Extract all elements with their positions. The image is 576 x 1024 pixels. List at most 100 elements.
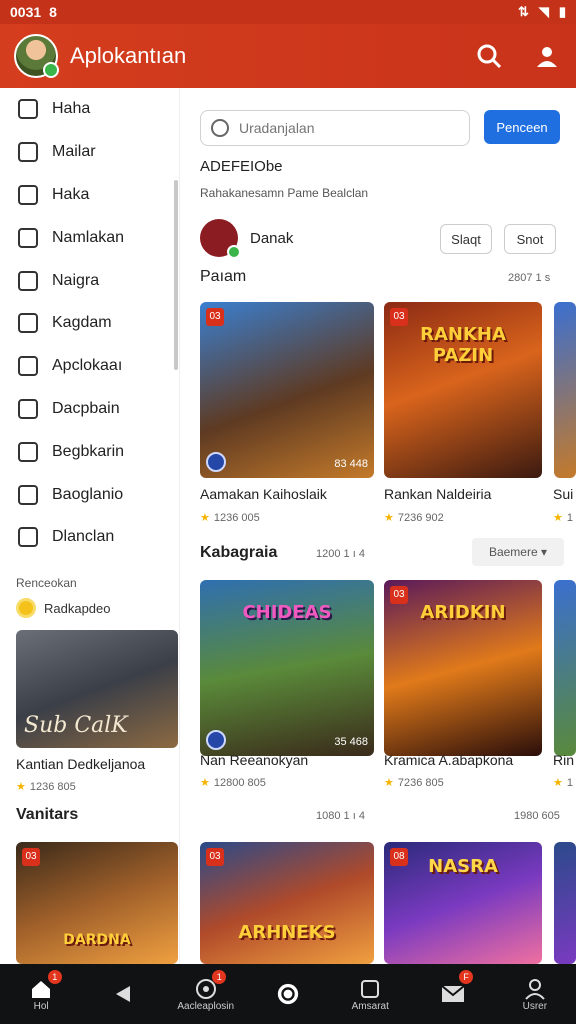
- star-icon: ★: [200, 512, 210, 524]
- window-icon: [18, 313, 38, 334]
- card-meta: ★ 7236 902: [384, 511, 444, 524]
- sidebar-item-label: Haha: [52, 100, 91, 118]
- game-card[interactable]: 03 83 448: [200, 302, 374, 478]
- game-card[interactable]: [554, 580, 576, 756]
- row-count: 1200 1 ı 4: [316, 548, 365, 560]
- nav-label: Aacleaplosin: [177, 1000, 235, 1012]
- card-title[interactable]: Aamakan Kaihoslaik: [200, 486, 327, 502]
- sidebar-scrollbar[interactable]: [174, 180, 178, 370]
- card-meta-value: 1: [566, 777, 573, 789]
- card-title[interactable]: Rin: [553, 752, 576, 768]
- promo-card[interactable]: Sub CalK: [16, 630, 178, 748]
- search-button[interactable]: [474, 41, 504, 71]
- card-meta: ★ 12800 805: [200, 776, 266, 789]
- game-card[interactable]: [554, 842, 576, 964]
- nav-item-home[interactable]: 1 Hol: [0, 964, 82, 1024]
- status-icons: ⇅ ◥ ▮: [518, 4, 566, 20]
- status-glyph: 8: [49, 4, 57, 20]
- card-art-title: RANKHA PAZIN: [420, 324, 506, 366]
- back-icon: [111, 982, 135, 1006]
- profile-avatar[interactable]: [200, 219, 241, 259]
- game-card[interactable]: 03 RANKHA PAZIN: [384, 302, 542, 478]
- nav-badge: 1: [212, 970, 227, 984]
- search-box[interactable]: [200, 110, 470, 146]
- profile-name[interactable]: Danak: [250, 230, 293, 247]
- gamepad-icon: [18, 142, 38, 163]
- section-subtitle: Rahakanesamn Pame Bealclan: [200, 186, 369, 200]
- sidebar-section-label: Renceokan: [16, 576, 77, 590]
- sidebar-item-10[interactable]: Dlanclan: [0, 516, 179, 559]
- sidebar-item-8[interactable]: Begbkarin: [0, 430, 179, 473]
- game-card[interactable]: CHIDEAS 35 468: [200, 580, 374, 756]
- avatar[interactable]: [14, 34, 59, 78]
- sidebar-item-6[interactable]: Apclokaaı: [0, 345, 179, 388]
- star-icon: ★: [16, 781, 26, 793]
- card-art-title: ARHNEKS: [238, 922, 336, 943]
- game-card[interactable]: [554, 302, 576, 478]
- sidebar-item-label: Naigra: [52, 271, 100, 289]
- nav-item-refresh[interactable]: [247, 964, 329, 1024]
- game-card[interactable]: 03 ARHNEKS: [200, 842, 374, 964]
- nav-item-user[interactable]: Usrer: [494, 964, 576, 1024]
- snot-button[interactable]: Snot: [504, 224, 556, 254]
- nav-badge: 1: [47, 970, 62, 984]
- game-card[interactable]: 03 DARDNA: [16, 842, 178, 964]
- search-submit-button[interactable]: Penceen: [484, 110, 560, 144]
- sidebar-item-label: Mailar: [52, 143, 96, 161]
- nav-label: Usrer: [522, 1000, 548, 1012]
- game-card[interactable]: 03 ARIDKIN: [384, 580, 542, 756]
- notifications-button[interactable]: [532, 41, 562, 71]
- card-title[interactable]: Kramica A.abapkona: [384, 752, 513, 768]
- card-title[interactable]: Rankan Naldeiria: [384, 486, 491, 502]
- game-card[interactable]: 08 NASRA: [384, 842, 542, 964]
- promo-card-title[interactable]: Kantian Dedkeljanoa: [16, 756, 145, 772]
- star-icon: ★: [384, 777, 394, 789]
- sidebar-item-1[interactable]: Mailar: [0, 131, 179, 174]
- card-badge: 03: [206, 308, 224, 326]
- nav-item-camera[interactable]: Amsarat: [329, 964, 411, 1024]
- card-title[interactable]: Nan Reeanokyan: [200, 752, 308, 768]
- row-count: 1080 1 ı 4: [316, 810, 365, 822]
- publisher-logo-icon: [206, 730, 226, 750]
- nav-item-back[interactable]: [82, 964, 164, 1024]
- online-dot: [43, 62, 59, 78]
- sidebar-item-0[interactable]: Haha: [0, 88, 179, 131]
- sidebar-item-5[interactable]: Kagdam: [0, 302, 179, 345]
- search-input[interactable]: [239, 120, 459, 136]
- nav-label: Hol: [33, 1000, 49, 1012]
- nav-item-mail[interactable]: F: [411, 964, 493, 1024]
- battery-icon: ▮: [558, 4, 566, 19]
- nav-item-explore[interactable]: 1 Aacleaplosin: [165, 964, 247, 1024]
- folder-icon: [18, 527, 38, 548]
- card-meta-value: 7236 902: [397, 512, 444, 524]
- tools-icon: [18, 484, 38, 505]
- sidebar-item-2[interactable]: Haka: [0, 174, 179, 217]
- card-icon: [18, 270, 38, 291]
- card-art-title: NASRA: [428, 856, 498, 877]
- status-time: 0031: [10, 4, 42, 20]
- card-art-title: DARDNA: [63, 932, 131, 948]
- filter-dropdown[interactable]: Baemere ▾: [472, 538, 564, 566]
- hand-icon: [18, 356, 38, 377]
- card-meta: ★ 1: [553, 511, 576, 524]
- promo-card-meta: ★ 1236 805: [16, 780, 76, 793]
- sidebar-item-3[interactable]: Namlakan: [0, 216, 179, 259]
- sidebar-item-7[interactable]: Dacpbain: [0, 388, 179, 431]
- sidebar-tag[interactable]: Radkapdeo: [16, 598, 111, 618]
- sidebar-item-label: Begbkarin: [52, 442, 125, 460]
- list-icon: [18, 227, 38, 248]
- row-label: Kabagraia: [200, 544, 278, 561]
- sidebar-item-9[interactable]: Baoglanio: [0, 473, 179, 516]
- row-count: 2807 1 s: [508, 272, 551, 284]
- card-stats: 83 448: [334, 458, 368, 470]
- card-title[interactable]: Sui: [553, 486, 576, 502]
- row-label: Paıam: [200, 268, 247, 285]
- sidebar-item-label: Baoglanio: [52, 485, 124, 503]
- start-button[interactable]: Slaqt: [440, 224, 492, 254]
- sidebar-item-4[interactable]: Naigra: [0, 259, 179, 302]
- card-meta: ★ 1: [553, 776, 576, 789]
- puzzle-icon: [18, 398, 38, 419]
- star-icon: ★: [553, 777, 563, 789]
- app-title: Aplokantıan: [70, 43, 187, 68]
- card-badge: 03: [206, 848, 224, 866]
